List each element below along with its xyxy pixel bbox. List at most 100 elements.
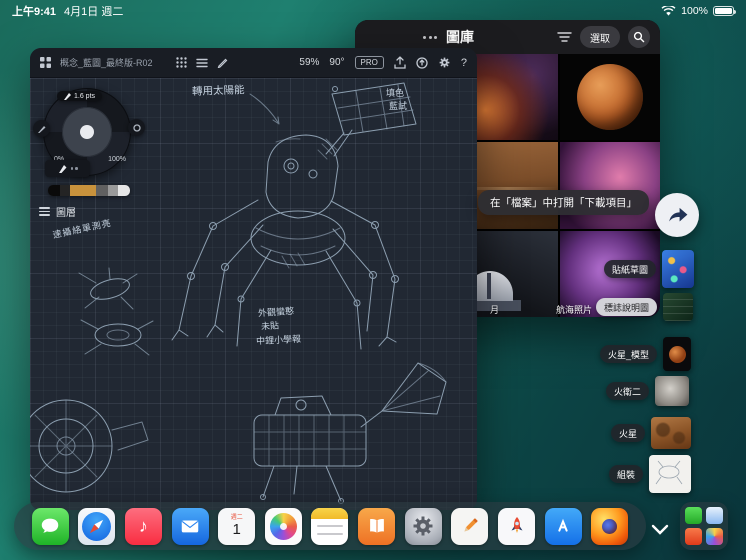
rocket-app-icon[interactable]	[498, 507, 536, 545]
drag-item-label: 標誌說明圖	[595, 298, 657, 316]
drag-item-label: 火星	[610, 424, 645, 442]
drag-item-label: 火星_模型	[599, 345, 657, 363]
drag-item-deimos[interactable]: 火衛二	[605, 376, 689, 406]
annotation-look-2: 未貼	[260, 320, 280, 332]
help-button[interactable]: ?	[461, 57, 467, 69]
drag-item-thumbnail	[663, 293, 693, 321]
coach-tooltip: 在「檔案」中打開「下載項目」	[478, 190, 649, 215]
drag-item-thumbnail	[649, 455, 691, 493]
album-caption: 航海照片	[556, 305, 593, 315]
drag-item-thumbnail	[662, 250, 694, 288]
swatch-gray[interactable]	[96, 185, 108, 196]
drop-forward-button[interactable]	[655, 193, 699, 237]
notes-line	[317, 524, 343, 527]
apps-grid-icon[interactable]	[175, 57, 187, 68]
album-caption-moon: 月	[490, 305, 500, 315]
mail-app-icon[interactable]	[171, 507, 209, 545]
ipad-screen: 上午9:41 4月1日 週二 100% 圖庫 選取 月 航海照片 概念_藍圖_最…	[0, 0, 746, 560]
drag-item-mars[interactable]: 火星	[610, 417, 691, 449]
mini-app-icon	[706, 528, 723, 545]
zoom-level[interactable]: 59%	[299, 57, 319, 68]
drag-item-label: 組裝	[608, 465, 643, 483]
annotation-solar: 轉用太陽能	[191, 84, 245, 98]
share-icon[interactable]	[416, 56, 428, 69]
photos-flower-icon	[269, 512, 297, 540]
drag-item-thumbnail	[663, 337, 691, 371]
swatch-gold-selected[interactable]	[70, 185, 96, 196]
swatch-black[interactable]	[48, 185, 60, 196]
layers-icon	[39, 207, 50, 216]
gallery-grid-icon[interactable]	[40, 57, 51, 68]
settings-app-icon[interactable]	[404, 507, 442, 545]
drag-item-logo-diagram[interactable]: 標誌說明圖	[595, 293, 693, 321]
drag-item-assembly[interactable]: 組裝	[608, 455, 691, 493]
annotation-look-3: 中鋰小學報	[255, 333, 302, 347]
messages-app-icon[interactable]	[31, 507, 69, 545]
compass-icon	[82, 511, 112, 541]
drag-item-sticker-sketch[interactable]: 貼紙草圖	[603, 250, 694, 288]
photo-thumbnail-mars[interactable]	[559, 54, 660, 141]
annotation-look-1: 外觀蠻憨	[257, 305, 295, 319]
eraser-mode-icon[interactable]	[128, 119, 145, 136]
search-button[interactable]	[628, 26, 650, 48]
swatch-dark-gray[interactable]	[60, 185, 70, 196]
layers-label: 圖層	[56, 208, 76, 219]
layers-button[interactable]: 圖層	[39, 204, 76, 219]
document-title: 概念_藍圖_最終版-R02	[60, 58, 153, 68]
browser-globe-icon	[602, 518, 618, 534]
annotation-color-1: 填色	[386, 88, 405, 98]
dock: ♪ 週二 1	[14, 502, 646, 550]
music-app-icon[interactable]: ♪	[124, 507, 162, 545]
notes-line	[317, 532, 343, 535]
drag-item-mars-model[interactable]: 火星_模型	[599, 337, 691, 371]
mini-app-icon	[685, 507, 702, 524]
pencil-mode-icon[interactable]	[33, 120, 50, 137]
drag-item-thumbnail	[651, 417, 691, 449]
swatch-light-gray[interactable]	[108, 185, 118, 196]
settings-gear-icon[interactable]	[438, 56, 451, 69]
books-app-icon[interactable]	[358, 507, 396, 545]
battery-icon	[713, 6, 736, 16]
photo-thumbnail-pink-nebula[interactable]	[559, 142, 660, 229]
status-bar: 上午9:41 4月1日 週二 100%	[0, 0, 746, 20]
forward-arrow-icon	[669, 207, 688, 222]
menu-icon[interactable]	[195, 58, 208, 68]
mini-app-icon	[685, 528, 702, 545]
drawing-app-icon[interactable]	[451, 507, 489, 545]
battery-percent: 100%	[681, 5, 708, 17]
window-controls-icon[interactable]	[423, 35, 437, 39]
rotation-value[interactable]: 90°	[329, 57, 344, 68]
dock-chevron-down-icon[interactable]	[650, 523, 670, 541]
drag-item-label: 火衛二	[605, 382, 649, 400]
swatch-white[interactable]	[118, 185, 130, 196]
mars-planet	[576, 64, 643, 131]
brush-wheel-center[interactable]	[80, 125, 94, 139]
annotation-color-2: 藍試	[389, 101, 408, 111]
pro-badge[interactable]: PRO	[354, 56, 384, 69]
photos-title: 圖庫	[446, 29, 474, 45]
pen-settings-button[interactable]	[45, 160, 90, 177]
color-swatch-bar[interactable]	[48, 185, 130, 196]
safari-app-icon[interactable]	[78, 507, 116, 545]
appstore-app-icon[interactable]	[544, 507, 582, 545]
brush-size-value: 1.6 pts	[74, 92, 96, 100]
notes-app-icon[interactable]	[311, 507, 349, 545]
brush-size-badge[interactable]: 1.6 pts	[57, 91, 103, 101]
calendar-day: 1	[232, 521, 241, 539]
photos-app-icon[interactable]	[264, 507, 302, 545]
select-button[interactable]: 選取	[580, 26, 620, 48]
calendar-app-icon[interactable]: 週二 1	[218, 507, 256, 545]
wifi-icon	[661, 5, 676, 17]
drag-item-thumbnail	[655, 376, 689, 406]
export-icon[interactable]	[394, 56, 406, 69]
status-time: 上午9:41	[12, 6, 57, 18]
pen-tool-icon[interactable]	[217, 57, 228, 68]
pen-dots-icon	[70, 167, 78, 170]
filter-sort-icon[interactable]	[557, 31, 572, 43]
app-library-group[interactable]	[680, 502, 728, 550]
concepts-toolbar[interactable]: 概念_藍圖_最終版-R02 59% 90° PRO ?	[30, 48, 477, 78]
concepts-window[interactable]: 概念_藍圖_最終版-R02 59% 90° PRO ? 轉用太陽能 填色 藍試 …	[30, 48, 477, 510]
status-date: 4月1日 週二	[64, 6, 124, 18]
music-note-icon: ♪	[138, 515, 148, 536]
firefox-app-icon[interactable]	[591, 507, 629, 545]
